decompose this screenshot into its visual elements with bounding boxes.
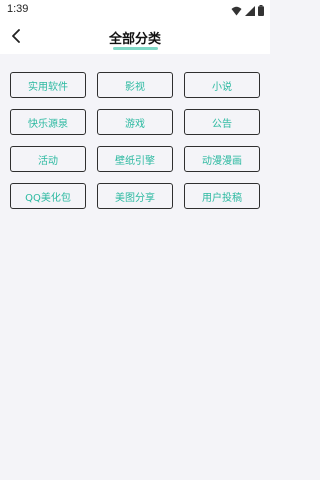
category-button-photo-sharing[interactable]: 美图分享 [97,183,173,209]
page-title: 全部分类 [108,32,161,47]
category-button-utility-software[interactable]: 实用软件 [10,72,86,98]
status-bar: 1:39 [0,0,270,20]
category-button-events[interactable]: 活动 [10,146,86,172]
wifi-icon [231,1,242,20]
category-button-fun-source[interactable]: 快乐源泉 [10,109,86,135]
signal-icon [245,1,255,20]
category-button-wallpaper-engine[interactable]: 壁纸引擎 [97,146,173,172]
category-button-qq-themes[interactable]: QQ美化包 [10,183,86,209]
category-grid: 实用软件 影视 小说 快乐源泉 游戏 公告 活动 壁纸引擎 动漫漫画 QQ美化包… [10,72,260,209]
status-icons [231,4,264,16]
battery-icon [258,1,264,20]
category-button-anime-comics[interactable]: 动漫漫画 [184,146,260,172]
category-button-games[interactable]: 游戏 [97,109,173,135]
category-button-novels[interactable]: 小说 [184,72,260,98]
category-button-user-submissions[interactable]: 用户投稿 [184,183,260,209]
title-underline [113,47,158,50]
category-button-movies[interactable]: 影视 [97,72,173,98]
category-button-announcements[interactable]: 公告 [184,109,260,135]
header-bar: 全部分类 [0,20,270,54]
status-time: 1:39 [7,3,29,15]
